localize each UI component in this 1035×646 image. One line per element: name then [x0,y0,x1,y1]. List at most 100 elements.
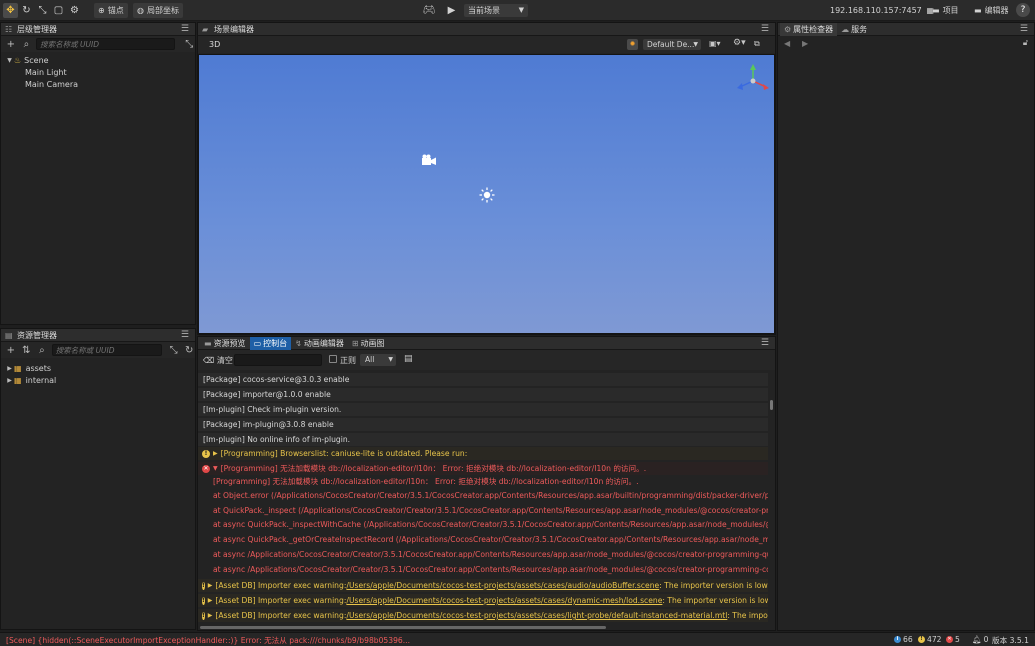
info-count[interactable]: i 66 [894,635,913,644]
search-icon[interactable]: ⌕ [36,345,48,356]
collapse-icon[interactable]: ⤡ [168,345,180,356]
tab-console[interactable]: ▭ 控制台 [249,336,292,350]
database-icon: ▦ [14,375,22,385]
log-line-warning[interactable]: ! ▶ [Asset DB] Importer exec warning: /U… [198,579,768,592]
local-coord-button[interactable]: ◍ 局部坐标 [133,3,183,18]
scene-icon: ♨ [14,55,22,65]
expand-arrow-icon[interactable]: ▶ [208,612,213,619]
tab-animation-graph[interactable]: ⊞ 动画图 [348,337,389,350]
menu-icon[interactable]: ☰ [181,24,189,34]
menu-icon[interactable]: ☰ [761,24,769,34]
axis-gizmo-icon[interactable] [735,63,771,93]
top-toolbar: ✥ ↻ ⤡ ▢ ⚙ ⊕ 锚点 ◍ 局部坐标 🎮︎ ▶ 当前场景 ▼ 192.16… [0,0,1035,21]
collapse-arrow-icon[interactable]: ▼ [213,465,218,472]
status-bar: [Scene] {hidden(::SceneExecutorImportExc… [0,632,1035,646]
console-filter-input[interactable] [234,354,322,366]
menu-icon[interactable]: ☰ [761,338,769,348]
vertical-scrollbar[interactable] [770,400,773,410]
expand-arrow-icon[interactable]: ▶ [208,597,213,604]
clear-button[interactable]: ⌫ 清空 [203,355,233,366]
scene-editor-title-bar: ▰ 场景编辑器 ☰ [198,23,775,36]
log-line[interactable]: [Package] importer@1.0.0 enable [198,388,768,401]
menu-icon[interactable]: ☰ [181,330,189,340]
bottom-tab-bar: ▬ 资源预览 ▭ 控制台 ↯ 动画编辑器 ⊞ 动画图 ☰ [198,336,775,350]
expand-arrow-icon[interactable]: ▶ [5,365,14,372]
open-log-file-icon[interactable]: ▤ [404,354,413,364]
menu-icon[interactable]: ☰ [1020,24,1028,34]
warning-icon: ! [202,611,205,620]
back-arrow-icon[interactable]: ◀ [784,39,790,48]
database-icon: ▦ [14,363,22,373]
tab-asset-preview[interactable]: ▬ 资源预览 [200,337,250,350]
tree-item-assets[interactable]: ▶ ▦ assets [1,362,195,374]
scene-select[interactable]: 当前场景 ▼ [464,4,528,17]
camera-select[interactable]: Default De... ▼ [643,39,701,50]
pivot-icon: ⊕ [98,6,105,15]
hierarchy-search-input[interactable] [36,38,176,50]
tree-item-scene[interactable]: ▼ ♨ Scene [1,54,195,66]
error-count[interactable]: ✕ 5 [946,635,960,644]
asset-link[interactable]: /Users/apple/Documents/cocos-test-projec… [346,611,727,620]
status-message[interactable]: [Scene] {hidden(::SceneExecutorImportExc… [6,635,410,646]
camera-icon[interactable] [421,154,437,166]
play-icon[interactable]: ▶ [444,3,459,18]
regex-checkbox[interactable] [329,355,337,363]
horizontal-scrollbar[interactable] [200,626,606,629]
rect-tool-icon[interactable]: ▢ [51,3,66,18]
sun-light-icon[interactable] [479,187,495,203]
asset-link[interactable]: /Users/apple/Documents/cocos-test-projec… [346,596,662,605]
tab-service[interactable]: ☁ 服务 [837,23,871,36]
gamepad-icon[interactable]: 🎮︎ [420,3,438,18]
expand-arrow-icon[interactable]: ▶ [213,450,218,457]
light-icon[interactable]: ✹ [627,39,638,50]
console-toolbar: ⌫ 清空 正则 All ▼ ▤ [198,350,775,370]
log-line-warning[interactable]: ! ▶ [Programming] Browserslist: caniuse-… [198,447,768,460]
cloud-icon: ☁ [841,24,850,34]
log-line-warning[interactable]: ! ▶ [Asset DB] Importer exec warning: /U… [198,609,768,622]
rotate-tool-icon[interactable]: ↻ [19,3,34,18]
add-icon[interactable]: + [5,39,17,50]
pivot-button[interactable]: ⊕ 锚点 [94,3,128,18]
expand-arrow-icon[interactable]: ▼ [5,57,14,64]
camera-view-icon[interactable]: ▣▾ [709,39,721,48]
log-level-select[interactable]: All ▼ [360,354,396,366]
expand-arrow-icon[interactable]: ▶ [208,582,213,589]
log-line-error-stack: at QuickPack._inspect (/Applications/Coc… [213,506,768,515]
log-line[interactable]: [Im-plugin] Check im-plugin version. [198,403,768,416]
tree-item-main-light[interactable]: Main Light [1,66,195,78]
expand-arrow-icon[interactable]: ▶ [5,377,14,384]
forward-arrow-icon[interactable]: ▶ [802,39,808,48]
editor-button[interactable]: ▬ 编辑器 [974,4,1009,17]
asset-link[interactable]: /Users/apple/Documents/cocos-test-projec… [346,581,659,590]
log-line[interactable]: [Package] cocos-service@3.0.3 enable [198,373,768,386]
tab-inspector[interactable]: ⚙ 属性检查器 [780,22,838,36]
folder-icon: ▬ [974,6,982,15]
notification-count[interactable]: 🔔︎ 0 [972,635,988,644]
assets-search-input[interactable] [51,344,162,356]
refresh-icon[interactable]: ↻ [183,345,195,356]
help-button[interactable]: ? [1016,3,1030,17]
tree-item-internal[interactable]: ▶ ▦ internal [1,374,195,386]
tree-item-main-camera[interactable]: Main Camera [1,78,195,90]
lock-icon[interactable]: 🔓︎ [1023,38,1028,48]
log-line[interactable]: [Package] im-plugin@3.0.8 enable [198,418,768,431]
sort-icon[interactable]: ⇅ [21,345,33,356]
log-line-error[interactable]: ✕ ▼ [Programming] 无法加载模块 db://localizati… [198,462,768,475]
gear-icon[interactable]: ⚙ [67,3,82,18]
tab-animation-editor[interactable]: ↯ 动画编辑器 [291,337,348,350]
view-mode-toggle[interactable]: 3D [209,40,220,49]
warning-count[interactable]: ! 472 [918,635,942,644]
log-line[interactable]: [Im-plugin] No online info of im-plugin. [198,433,768,446]
add-icon[interactable]: + [5,345,17,356]
folder-icon: ▬ [932,6,940,15]
log-line-warning[interactable]: ! ▶ [Asset DB] Importer exec warning: /U… [198,594,768,607]
gear-icon[interactable]: ⚙▾ [733,38,746,48]
caret-down-icon: ▼ [518,6,524,14]
maximize-icon[interactable]: ⧉ [754,39,760,49]
scene-viewport[interactable] [198,54,775,334]
move-tool-icon[interactable]: ✥ [3,3,18,18]
project-button[interactable]: ▬ 项目 [932,4,959,17]
collapse-icon[interactable]: ⤡ [183,39,195,50]
scale-tool-icon[interactable]: ⤡ [35,3,50,18]
search-icon[interactable]: ⌕ [21,39,33,50]
